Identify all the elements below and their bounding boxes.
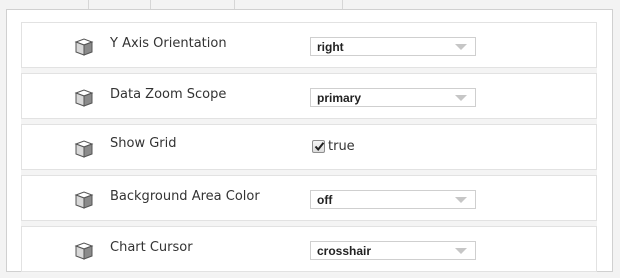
property-label: Y Axis Orientation — [110, 36, 227, 51]
select-value: primary — [317, 91, 362, 105]
cube-icon — [74, 242, 94, 260]
chevron-down-icon — [455, 248, 467, 254]
select-value: off — [317, 193, 333, 207]
select-value: crosshair — [317, 244, 372, 258]
property-row-background-area-color: Background Area Color off — [21, 175, 597, 221]
data-zoom-scope-select[interactable]: primary — [310, 88, 476, 107]
property-label: Chart Cursor — [110, 240, 193, 255]
property-label: Data Zoom Scope — [110, 87, 227, 102]
y-axis-orientation-select[interactable]: right — [310, 37, 476, 56]
chevron-down-icon — [455, 197, 467, 203]
tab-1[interactable] — [0, 0, 89, 9]
property-row-data-zoom-scope: Data Zoom Scope primary — [21, 73, 597, 119]
property-row-chart-cursor: Chart Cursor crosshair — [21, 226, 597, 272]
checkbox-value-label: true — [328, 139, 355, 154]
cube-icon — [74, 191, 94, 209]
properties-list: Y Axis Orientation right Data Zoom Scope… — [21, 22, 597, 274]
checkmark-icon — [314, 142, 325, 152]
show-grid-checkbox[interactable] — [312, 140, 325, 153]
property-label: Show Grid — [110, 136, 177, 151]
cube-icon — [74, 38, 94, 56]
cube-icon — [74, 140, 94, 158]
chevron-down-icon — [455, 44, 467, 50]
select-value: right — [317, 40, 344, 54]
property-row-y-axis-orientation: Y Axis Orientation right — [21, 22, 597, 68]
property-label: Background Area Color — [110, 189, 260, 204]
tab-2[interactable] — [88, 0, 151, 9]
cube-icon — [74, 89, 94, 107]
tab-3[interactable] — [150, 0, 235, 9]
property-row-show-grid: Show Grid true — [21, 124, 597, 170]
chevron-down-icon — [455, 95, 467, 101]
chart-cursor-select[interactable]: crosshair — [310, 241, 476, 260]
properties-panel: Y Axis Orientation right Data Zoom Scope… — [6, 9, 613, 274]
tab-4[interactable] — [234, 0, 343, 9]
background-area-color-select[interactable]: off — [310, 190, 476, 209]
